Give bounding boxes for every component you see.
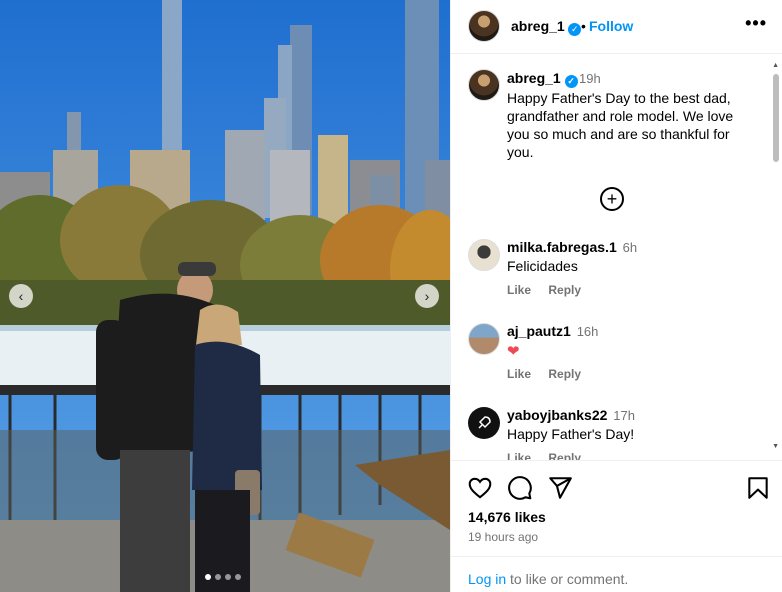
post-panel: abreg_1 ✓ • Follow ••• abreg_1 ✓ 19h Hap… (450, 0, 782, 592)
comment-text: Felicidades (507, 258, 578, 274)
carousel-dot (215, 574, 221, 580)
comment-username[interactable]: yaboyjbanks22 17h (507, 407, 635, 423)
comment-time: 6h (622, 240, 638, 255)
reply-button[interactable]: Reply (548, 283, 581, 297)
heart-emoji: ❤ (507, 343, 520, 360)
comment-username[interactable]: aj_pautz1 16h (507, 323, 598, 339)
like-button[interactable]: Like (507, 367, 531, 381)
carousel-next-button[interactable]: › (415, 284, 439, 308)
like-button[interactable]: Like (507, 283, 531, 297)
avatar[interactable] (468, 10, 500, 42)
scroll-down-icon[interactable]: ▼ (772, 443, 779, 450)
avatar[interactable] (468, 407, 500, 439)
comment-item: milka.fabregas.1 6h Felicidades Like Rep… (451, 239, 771, 323)
comment-username-text[interactable]: aj_pautz1 (507, 323, 571, 339)
caption-username[interactable]: abreg_1 ✓ (507, 70, 578, 88)
caption-username-text[interactable]: abreg_1 (507, 70, 561, 86)
avatar[interactable] (468, 239, 500, 271)
verified-icon: ✓ (568, 23, 582, 36)
photo-image (0, 0, 450, 592)
scroll-up-icon[interactable]: ▲ (772, 62, 779, 69)
post-header: abreg_1 ✓ • Follow ••• (451, 0, 782, 54)
comments-scroll-area[interactable]: abreg_1 ✓ 19h Happy Father's Day to the … (451, 55, 782, 460)
more-icon[interactable]: ••• (745, 13, 767, 34)
comment-time: 16h (576, 324, 599, 339)
comment-text: Happy Father's Day! (507, 426, 635, 442)
login-link[interactable]: Log in (468, 571, 506, 587)
comment-item: aj_pautz1 16h ❤ Like Reply (451, 323, 771, 407)
reply-button[interactable]: Reply (548, 451, 581, 460)
login-prompt: Log in to like or comment. (451, 556, 782, 592)
rocket-icon (478, 416, 491, 429)
comment-item: yaboyjbanks22 17h Happy Father's Day! Li… (451, 407, 771, 460)
heart-icon[interactable] (467, 475, 493, 501)
caption-text: Happy Father's Day to the best dad, gran… (507, 90, 734, 160)
comment-actions: Like Reply (507, 451, 595, 460)
verified-icon: ✓ (564, 75, 578, 88)
carousel-dot (225, 574, 231, 580)
caption-time: 19h (579, 71, 601, 86)
post-photo[interactable]: ‹ › (0, 0, 450, 592)
follow-button[interactable]: Follow (589, 18, 633, 34)
carousel-dot (235, 574, 241, 580)
likes-count[interactable]: 14,676 likes (468, 509, 546, 525)
login-prompt-text: to like or comment. (506, 571, 629, 587)
carousel-prev-button[interactable]: ‹ (9, 284, 33, 308)
share-icon[interactable] (547, 475, 573, 501)
header-separator: • (581, 18, 586, 34)
post-footer: 14,676 likes 19 hours ago Log in to like… (451, 460, 782, 592)
scroll-thumb[interactable] (773, 74, 779, 162)
comment-username[interactable]: milka.fabregas.1 6h (507, 239, 637, 255)
comment-actions: Like Reply (507, 367, 595, 381)
caption-avatar[interactable] (468, 69, 500, 101)
comment-username-text[interactable]: milka.fabregas.1 (507, 239, 617, 255)
header-username[interactable]: abreg_1 ✓ (511, 18, 582, 36)
comment-username-text[interactable]: yaboyjbanks22 (507, 407, 607, 423)
carousel-dots (205, 574, 241, 580)
carousel-dot (205, 574, 211, 580)
comment-icon[interactable] (507, 475, 533, 501)
scrollbar[interactable]: ▲ ▼ (772, 62, 779, 450)
comment-actions: Like Reply (507, 283, 595, 297)
like-button[interactable]: Like (507, 451, 531, 460)
comment-text: ❤ (507, 342, 520, 360)
username-text[interactable]: abreg_1 (511, 18, 565, 34)
add-icon[interactable]: + (600, 187, 624, 211)
bookmark-icon[interactable] (745, 475, 771, 501)
comment-time: 17h (613, 408, 635, 423)
post-timestamp: 19 hours ago (468, 530, 539, 544)
reply-button[interactable]: Reply (548, 367, 581, 381)
avatar[interactable] (468, 323, 500, 355)
